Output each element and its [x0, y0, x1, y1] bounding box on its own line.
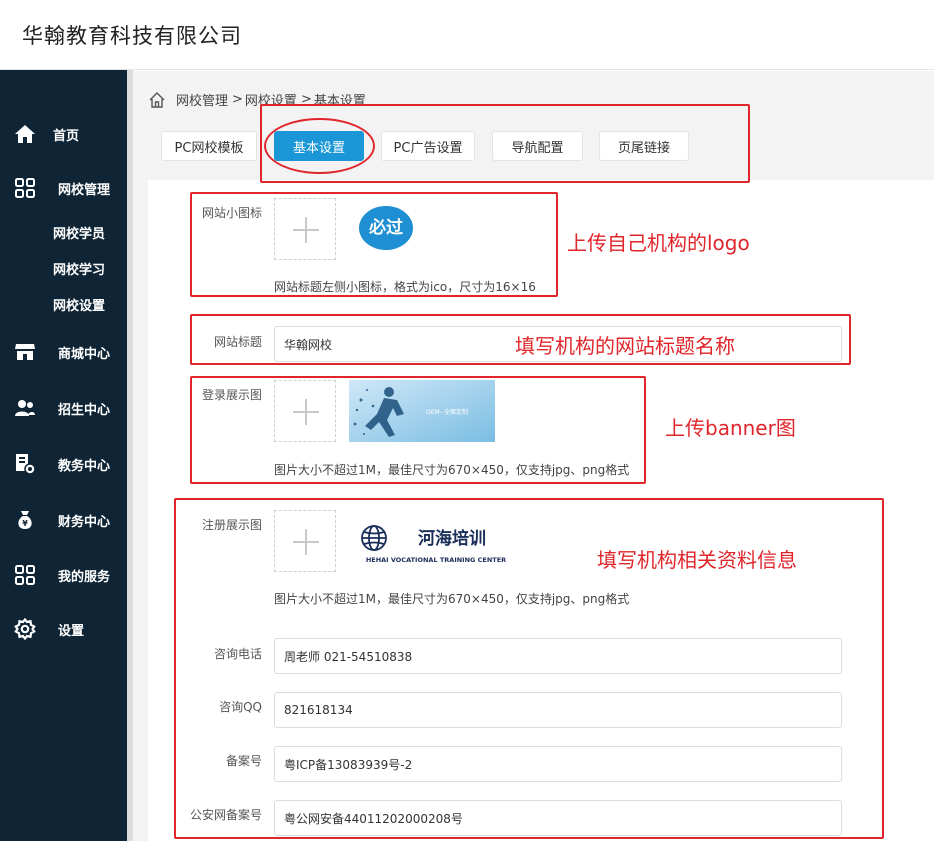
store-icon: [14, 341, 36, 363]
sidebar-item-label: 教务中心: [58, 458, 111, 474]
company-name: 华翰教育科技有限公司: [22, 24, 242, 48]
sidebar-item-label: 设置: [58, 623, 85, 639]
sidebar-subitem-students[interactable]: 网校学员: [53, 223, 105, 242]
annotation-logo: 上传自己机构的logo: [567, 231, 750, 255]
home-outline-icon[interactable]: [148, 91, 166, 109]
sidebar-subitem-learning[interactable]: 网校学习: [53, 259, 105, 278]
money-bag-icon: ¥: [14, 509, 36, 531]
svg-text:¥: ¥: [22, 519, 28, 528]
grid-icon: [14, 564, 36, 586]
sidebar-item-home[interactable]: 首页: [0, 119, 127, 149]
sidebar-item-school-management[interactable]: 网校管理: [0, 173, 127, 203]
annotation-banner: 上传banner图: [665, 416, 796, 440]
grid-icon: [14, 177, 36, 199]
sidebar-item-label: 招生中心: [58, 402, 111, 418]
sidebar-item-finance[interactable]: ¥ 财务中心: [0, 505, 127, 535]
annotation-circle-active-tab: [264, 118, 375, 174]
sidebar-item-academic[interactable]: 教务中心: [0, 449, 127, 479]
annotation-info: 填写机构相关资料信息: [597, 548, 797, 572]
academic-icon: [14, 453, 36, 475]
sidebar-subitem-settings[interactable]: 网校设置: [53, 295, 105, 314]
sidebar-item-label: 财务中心: [58, 514, 111, 530]
sidebar-item-label: 首页: [53, 128, 80, 144]
tab-pc-template[interactable]: PC网校模板: [161, 131, 257, 161]
sidebar-item-label: 网校管理: [58, 182, 111, 198]
gear-icon: [14, 618, 36, 640]
breadcrumb-item[interactable]: 网校管理: [176, 90, 228, 109]
users-icon: [14, 397, 36, 419]
sidebar-item-label: 商城中心: [58, 346, 111, 362]
annotation-box-banner: [190, 376, 646, 484]
sidebar-item-services[interactable]: 我的服务: [0, 560, 127, 590]
top-bar: 华翰教育科技有限公司: [0, 0, 934, 70]
home-icon: [14, 123, 36, 145]
sidebar-item-mall[interactable]: 商城中心: [0, 337, 127, 367]
sidebar-item-enrollment[interactable]: 招生中心: [0, 393, 127, 423]
annotation-title: 填写机构的网站标题名称: [515, 334, 735, 358]
annotation-box-favicon: [190, 192, 558, 297]
sidebar: 首页 网校管理 网校学员 网校学习 网校设置 商城中心 招生中心 教务中心 ¥ …: [0, 70, 127, 841]
sidebar-item-label: 我的服务: [58, 569, 111, 585]
breadcrumb-separator: >: [232, 92, 243, 107]
sidebar-item-settings[interactable]: 设置: [0, 614, 127, 644]
